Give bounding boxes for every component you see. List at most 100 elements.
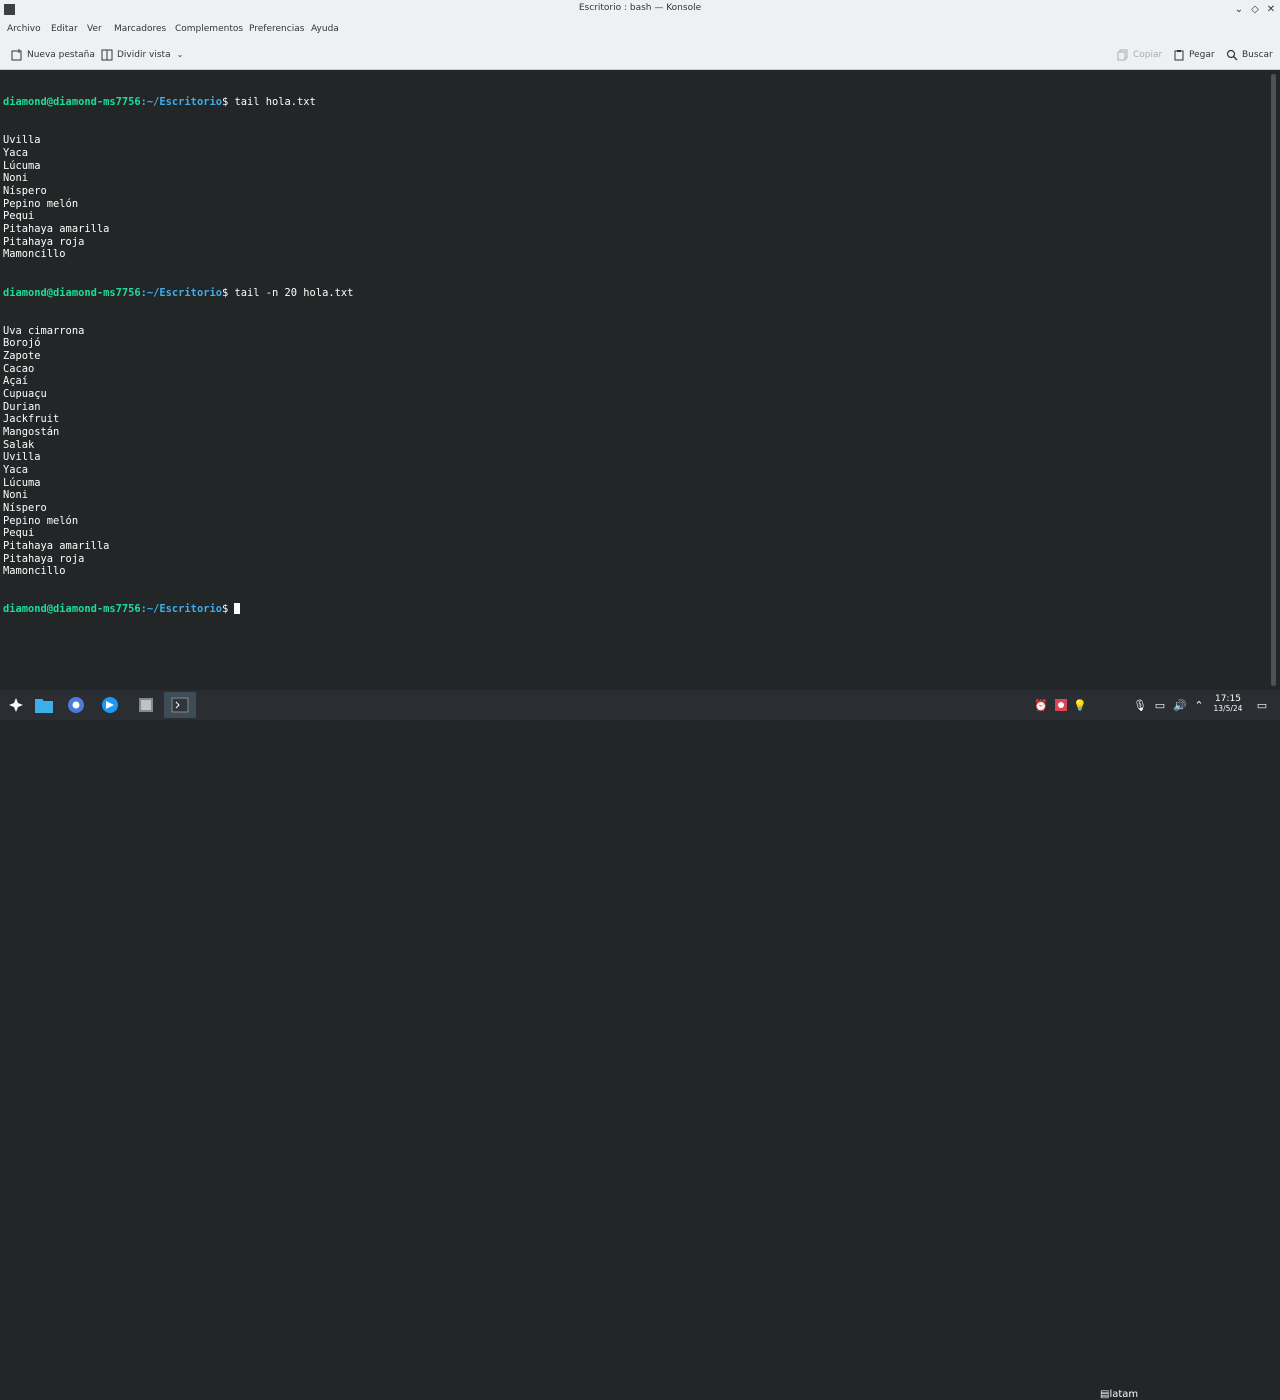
taskbar-app-blue[interactable] <box>94 692 126 718</box>
minimize-icon[interactable]: ⌄ <box>1232 3 1246 17</box>
output-line: Lúcuma <box>3 159 41 172</box>
folder-icon <box>35 699 53 713</box>
output-line: Uva cimarrona <box>3 324 85 337</box>
lightbulb-icon[interactable]: 💡 <box>1072 697 1088 713</box>
new-tab-icon <box>11 48 22 60</box>
output-line: Açaí <box>3 375 29 388</box>
output-line: Yaca <box>3 147 29 160</box>
toolbar: Nueva pestaña Dividir vista ⌄ Copiar Peg… <box>0 39 1280 70</box>
prompt-symbol: $ <box>221 96 235 109</box>
command-output: Uva cimarrona Borojó Zapote Cacao Açaí Cupuaç… <box>3 325 1268 578</box>
command-text: tail hola.txt <box>234 96 316 109</box>
paste-label: Pegar <box>1189 49 1215 60</box>
output-line: Jackfruit <box>3 413 60 426</box>
taskbar-chrome[interactable] <box>60 692 92 718</box>
new-tab-label: Nueva pestaña <box>27 49 95 60</box>
split-view-label: Dividir vista <box>117 49 171 60</box>
prompt-path: :~/Escritorio <box>140 286 222 299</box>
output-line: Salak <box>3 438 35 451</box>
output-line: Pitahaya roja <box>3 552 85 565</box>
output-line: Mamoncillo <box>3 565 66 578</box>
menu-preferencias[interactable]: Preferencias <box>249 24 304 34</box>
paste-icon <box>1174 49 1184 60</box>
network-icon[interactable]: ▭ <box>1152 697 1168 713</box>
show-desktop-icon[interactable]: ▭ <box>1254 697 1270 713</box>
prompt-line: diamond@diamond-ms7756:~/Escritorio$ tai… <box>3 96 1268 109</box>
menu-editar[interactable]: Editar <box>51 24 78 34</box>
volume-icon[interactable]: 🔊 <box>1172 697 1188 713</box>
taskbar: ⏰ 💡 ▤latam 🎙 ▭ 🔊 ⌃ ▭ <box>0 690 1280 1400</box>
output-line: Yaca <box>3 463 29 476</box>
output-line: Mangostán <box>3 425 60 438</box>
prompt-symbol: $ <box>221 286 235 299</box>
find-button[interactable]: Buscar <box>1226 47 1273 62</box>
menu-ver[interactable]: Ver <box>87 24 102 34</box>
chevron-down-icon: ⌄ <box>176 50 184 59</box>
output-line: Noni <box>3 172 29 185</box>
alarm-icon[interactable]: ⏰ <box>1033 697 1049 713</box>
output-line: Pepino melón <box>3 197 79 210</box>
output-line: Lúcuma <box>3 476 41 489</box>
prompt-path: :~/Escritorio <box>140 96 222 109</box>
keyboard-layout-indicator[interactable]: ▤latam <box>1100 1389 1138 1400</box>
find-label: Buscar <box>1242 49 1273 60</box>
prompt-symbol: $ <box>221 603 235 616</box>
output-line: Níspero <box>3 185 47 198</box>
output-line: Mamoncillo <box>3 248 66 261</box>
chrome-icon <box>68 697 84 713</box>
menu-marcadores[interactable]: Marcadores <box>114 24 166 34</box>
output-line: Pepino melón <box>3 514 79 527</box>
output-line: Níspero <box>3 501 47 514</box>
scrollbar-thumb[interactable] <box>1271 74 1276 686</box>
command-text: tail -n 20 hola.txt <box>234 286 354 299</box>
output-line: Pitahaya amarilla <box>3 223 110 236</box>
output-line: Pequi <box>3 210 35 223</box>
split-view-button[interactable]: Dividir vista ⌄ <box>101 47 183 62</box>
close-icon[interactable]: ✕ <box>1264 3 1278 17</box>
clock-time: 17:15 <box>1215 694 1241 704</box>
app-launcher-icon <box>9 698 23 712</box>
prompt-line: diamond@diamond-ms7756:~/Escritorio$ tai… <box>3 287 1268 300</box>
menu-ayuda[interactable]: Ayuda <box>311 24 339 34</box>
clock-date: 13/5/24 <box>1213 704 1243 713</box>
menu-bar: Archivo Editar Ver Marcadores Complement… <box>0 20 1280 39</box>
text-cursor <box>234 603 241 615</box>
split-view-icon <box>101 49 113 60</box>
prompt-user: diamond@diamond-ms7756 <box>3 603 141 616</box>
output-line: Durian <box>3 400 41 413</box>
new-tab-button[interactable]: Nueva pestaña <box>11 47 95 62</box>
output-line: Pequi <box>3 527 35 540</box>
menu-archivo[interactable]: Archivo <box>7 24 41 34</box>
output-line: Cupuaçu <box>3 387 47 400</box>
copy-label: Copiar <box>1133 49 1163 60</box>
maximize-icon[interactable]: ◇ <box>1248 3 1262 17</box>
prompt-line: diamond@diamond-ms7756:~/Escritorio$ <box>3 603 1268 616</box>
keyboard-icon: ▤ <box>1100 1389 1110 1400</box>
command-output: Uvilla Yaca Lúcuma Noni Níspero Pepino melón P… <box>3 134 1268 261</box>
scrollbar[interactable] <box>1268 70 1280 690</box>
taskbar-file-manager[interactable] <box>28 692 60 718</box>
color-picker-icon[interactable] <box>1053 697 1069 713</box>
clock[interactable]: 17:15 13/5/24 <box>1208 694 1248 714</box>
chevron-up-icon[interactable]: ⌃ <box>1191 697 1207 713</box>
prompt-path: :~/Escritorio <box>140 603 222 616</box>
prompt-user: diamond@diamond-ms7756 <box>3 286 141 299</box>
search-icon <box>1226 49 1238 60</box>
taskbar-system-app[interactable] <box>130 692 162 718</box>
copy-icon <box>1117 49 1128 60</box>
paste-button[interactable]: Pegar <box>1173 47 1215 62</box>
output-line: Pitahaya roja <box>3 235 85 248</box>
title-bar: Escritorio : bash — Konsole ⌄ ◇ ✕ <box>0 0 1280 20</box>
output-line: Noni <box>3 489 29 502</box>
menu-complementos[interactable]: Complementos <box>175 24 243 34</box>
window-title: Escritorio : bash — Konsole <box>578 3 702 13</box>
terminal-icon <box>171 697 189 713</box>
output-line: Uvilla <box>3 134 41 147</box>
output-line: Pitahaya amarilla <box>3 539 110 552</box>
prompt-user: diamond@diamond-ms7756 <box>3 96 141 109</box>
microphone-icon[interactable]: 🎙 <box>1132 697 1148 713</box>
app-icon <box>102 697 118 713</box>
terminal-view[interactable]: diamond@diamond-ms7756:~/Escritorio$ tai… <box>0 70 1268 690</box>
copy-button[interactable]: Copiar <box>1117 47 1162 62</box>
taskbar-konsole[interactable] <box>164 692 196 718</box>
